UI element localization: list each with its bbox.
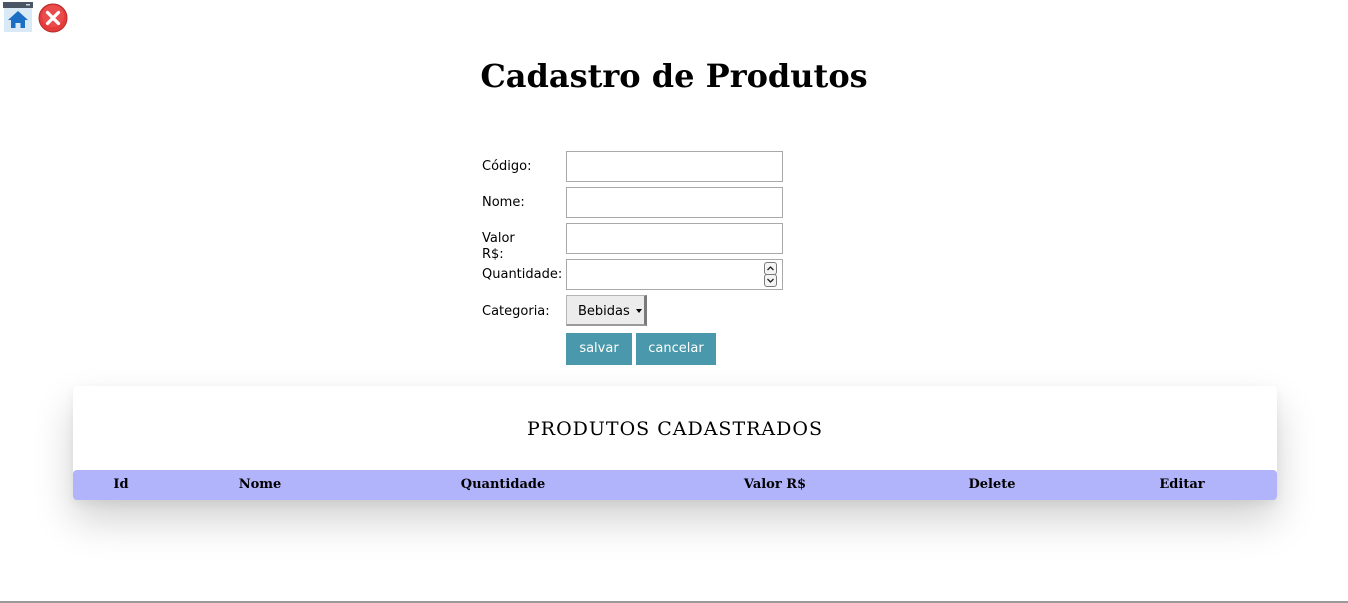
table-title: PRODUTOS CADASTRADOS (527, 418, 823, 440)
column-header-editar: Editar (1159, 477, 1205, 492)
close-icon[interactable] (38, 3, 68, 33)
stepper-down-icon[interactable] (764, 274, 777, 287)
codigo-label: Código: (482, 159, 532, 174)
column-header-delete: Delete (968, 477, 1016, 492)
nome-label: Nome: (482, 195, 525, 210)
valor-input[interactable] (566, 223, 783, 254)
products-table-card: PRODUTOS CADASTRADOS Id Nome Quantidade … (73, 386, 1277, 500)
column-header-id: Id (113, 477, 129, 492)
nome-input[interactable] (566, 187, 783, 218)
codigo-input[interactable] (566, 151, 783, 182)
valor-label: Valor R$: (482, 231, 515, 262)
categoria-select[interactable]: Bebidas (566, 295, 647, 326)
dropdown-arrow-icon (636, 309, 642, 313)
quantidade-label: Quantidade: (482, 267, 563, 282)
column-header-valor: Valor R$ (743, 477, 807, 492)
cancel-button[interactable]: cancelar (636, 333, 716, 365)
quantidade-stepper[interactable] (764, 262, 777, 287)
table-header-row: Id Nome Quantidade Valor R$ Delete Edita… (73, 470, 1277, 500)
categoria-label: Categoria: (482, 304, 550, 319)
column-header-quantidade: Quantidade (460, 477, 546, 492)
home-icon[interactable] (3, 2, 33, 32)
quantidade-input[interactable] (566, 259, 783, 290)
page-title: Cadastro de Produtos (480, 57, 868, 95)
categoria-selected-value: Bebidas (578, 304, 630, 319)
save-button[interactable]: salvar (566, 333, 632, 365)
column-header-nome: Nome (238, 477, 282, 492)
